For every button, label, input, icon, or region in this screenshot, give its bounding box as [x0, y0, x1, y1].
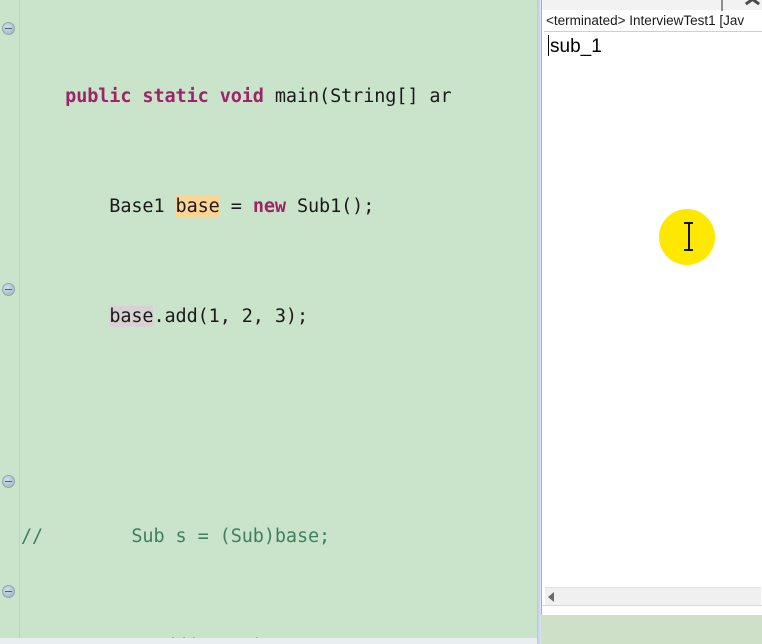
console-panel[interactable]: <terminated> InterviewTest1 [Jav sub_1 [541, 0, 762, 615]
fold-marker-icon[interactable] [2, 475, 15, 488]
console-process-header: <terminated> InterviewTest1 [Jav [544, 11, 762, 32]
code-text-area[interactable]: public static void main(String[] ar Base… [21, 0, 537, 644]
code-line[interactable]: Base1 base = new Sub1(); [21, 193, 537, 221]
eclipse-ide-window: public static void main(String[] ar Base… [0, 0, 762, 644]
fold-marker-icon[interactable] [2, 283, 15, 296]
code-line[interactable]: public static void main(String[] ar [21, 83, 537, 111]
editor-gutter[interactable] [0, 0, 20, 644]
scroll-left-arrow-icon[interactable] [548, 592, 554, 602]
occurrence-highlight-read: base [109, 305, 154, 327]
code-line[interactable]: base.add(1, 2, 3); [21, 303, 537, 331]
occurrence-highlight-write: base [175, 195, 220, 217]
console-output-text: sub_1 [550, 36, 602, 57]
text-caret [548, 35, 549, 56]
maximize-icon[interactable] [745, 0, 761, 10]
window-controls[interactable] [721, 0, 761, 14]
console-titlebar [542, 0, 762, 14]
console-horizontal-scrollbar[interactable] [545, 587, 761, 605]
editor-bottom-edge [0, 638, 537, 644]
fold-marker-icon[interactable] [2, 22, 15, 35]
console-output-area[interactable]: sub_1 [544, 33, 762, 578]
code-editor[interactable]: public static void main(String[] ar Base… [0, 0, 537, 644]
code-line[interactable]: // Sub s = (Sub)base; [21, 523, 537, 551]
console-bottom-edge [542, 605, 762, 615]
minimize-icon[interactable] [721, 0, 737, 14]
fold-marker-icon[interactable] [2, 585, 15, 598]
code-line[interactable] [21, 413, 537, 441]
